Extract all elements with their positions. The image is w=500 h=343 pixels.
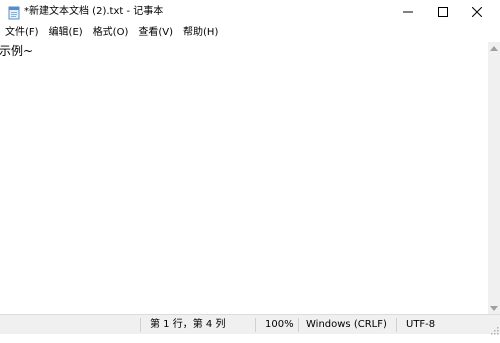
minimize-icon bbox=[403, 11, 413, 13]
line-ending: Windows (CRLF) bbox=[306, 319, 387, 330]
status-divider bbox=[298, 318, 299, 332]
menu-format[interactable]: 格式(O) bbox=[88, 24, 134, 42]
zoom-level: 100% bbox=[265, 319, 294, 330]
window-title: *新建文本文档 (2).txt - 记事本 bbox=[24, 6, 164, 17]
status-divider bbox=[255, 318, 256, 332]
menu-bar: 文件(F) 编辑(E) 格式(O) 查看(V) 帮助(H) bbox=[0, 24, 500, 42]
menu-view[interactable]: 查看(V) bbox=[133, 24, 178, 42]
maximize-icon bbox=[438, 7, 448, 17]
notepad-icon bbox=[7, 5, 21, 20]
status-divider bbox=[396, 318, 397, 332]
scroll-up-arrow-icon[interactable] bbox=[488, 42, 500, 54]
status-divider bbox=[140, 318, 141, 332]
title-bar: *新建文本文档 (2).txt - 记事本 bbox=[0, 0, 500, 24]
cursor-position: 第 1 行，第 4 列 bbox=[150, 319, 226, 330]
text-editor[interactable]: 示例~ bbox=[0, 42, 488, 314]
scroll-down-arrow-icon[interactable] bbox=[488, 302, 500, 314]
menu-edit[interactable]: 编辑(E) bbox=[44, 24, 88, 42]
close-icon bbox=[472, 7, 482, 17]
status-bar: 第 1 行，第 4 列 100% Windows (CRLF) UTF-8 bbox=[0, 314, 500, 335]
encoding: UTF-8 bbox=[406, 319, 436, 330]
vertical-scrollbar[interactable] bbox=[488, 42, 500, 314]
menu-help[interactable]: 帮助(H) bbox=[178, 24, 223, 42]
editor-content[interactable]: 示例~ bbox=[0, 44, 33, 58]
resize-grip-icon[interactable] bbox=[489, 323, 499, 335]
menu-file[interactable]: 文件(F) bbox=[0, 24, 44, 42]
close-button[interactable] bbox=[454, 0, 500, 24]
